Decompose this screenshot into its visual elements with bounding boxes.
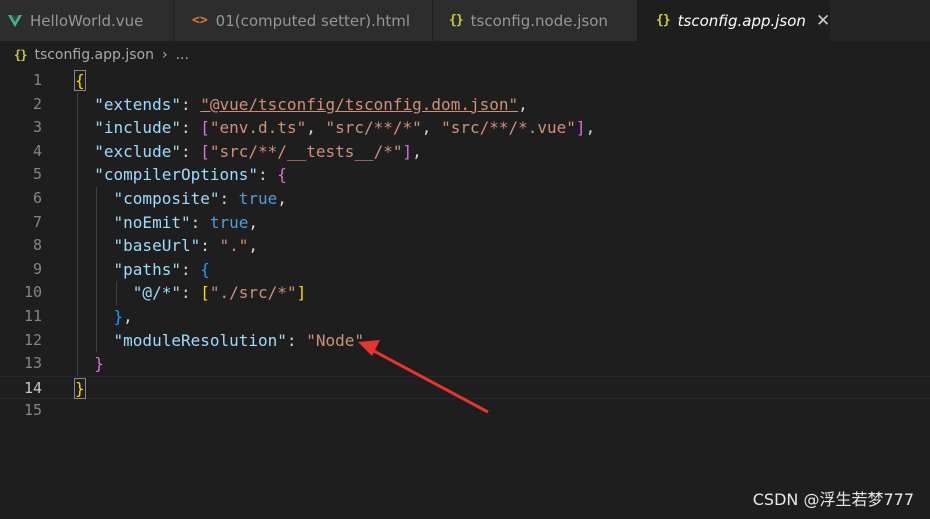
code-line: 10 "@/*": ["./src/*"] [0,281,930,305]
line-number: 14 [23,378,42,397]
tab-label: HelloWorld.vue [30,11,144,30]
code-text: }, [113,307,133,326]
code-line: 9 "paths": { [0,258,930,282]
code-text: "baseUrl": ".", [113,236,259,256]
line-number: 7 [32,212,42,231]
code-text: "exclude": ["src/**/__tests__/*"], [94,141,422,161]
vue-icon [8,14,22,27]
code-text: "include": ["env.d.ts", "src/**/*", "src… [94,118,596,138]
code-line: 12 "moduleResolution": "Node" [0,329,930,353]
breadcrumb: {} tsconfig.app.json › ... [0,41,930,69]
tab-computed-setter-html[interactable]: <> 01(computed setter).html [174,0,433,41]
json-icon: {} [449,13,464,28]
json-icon: {} [14,48,27,62]
json-icon: {} [656,13,671,28]
code-line: 2 "extends": "@vue/tsconfig/tsconfig.dom… [0,93,930,117]
tab-tsconfig-app-json[interactable]: {} tsconfig.app.json ✕ [638,0,830,41]
code-line: 3 "include": ["env.d.ts", "src/**/*", "s… [0,116,930,140]
tab-tsconfig-node-json[interactable]: {} tsconfig.node.json [433,0,638,41]
tab-bar: HelloWorld.vue <> 01(computed setter).ht… [0,0,930,41]
line-number: 3 [32,118,42,137]
line-number: 11 [23,307,42,325]
tab-label: tsconfig.app.json [677,11,806,30]
line-number: 10 [23,283,42,302]
code-editor[interactable]: 1 { 2 "extends": "@vue/tsconfig/tsconfig… [0,69,930,519]
breadcrumb-file[interactable]: tsconfig.app.json [34,47,154,63]
tab-label: tsconfig.node.json [470,11,608,30]
code-line-current: 14 } [0,375,930,400]
chevron-right-icon: › [161,47,168,63]
line-number: 1 [32,71,42,89]
code-line: 8 "baseUrl": ".", [0,234,930,258]
code-line: 6 "composite": true, [0,187,930,211]
code-line: 7 "noEmit": true, [0,211,930,235]
code-text: { [74,70,86,91]
line-number: 12 [23,330,42,349]
code-line: 5 "compilerOptions": { [0,163,930,187]
code-line: 15 [0,399,930,423]
code-text: } [94,354,104,374]
code-line: 13 } [0,352,930,376]
code-text: "@/*": ["./src/*"] [132,283,307,303]
code-text: "paths": { [113,259,210,279]
line-number: 8 [32,236,42,255]
code-text: "noEmit": true, [113,212,259,232]
code-text: "composite": true, [113,189,287,208]
line-number: 4 [32,141,42,160]
code-line: 1 { [0,69,930,93]
code-text: "moduleResolution": "Node" [113,330,364,350]
line-number: 15 [23,401,42,420]
line-number: 9 [32,259,42,278]
line-number: 6 [32,189,42,207]
line-number: 5 [32,165,42,184]
code-line: 11 }, [0,305,930,329]
html-icon: <> [192,13,208,28]
tab-helloworld-vue[interactable]: HelloWorld.vue [0,0,174,41]
breadcrumb-rest[interactable]: ... [176,47,189,63]
line-number: 2 [32,94,42,113]
close-icon[interactable]: ✕ [816,11,829,31]
code-text: "compilerOptions": { [94,165,287,185]
code-line: 4 "exclude": ["src/**/__tests__/*"], [0,140,930,164]
line-number: 13 [23,354,42,373]
code-text: } [74,377,86,399]
watermark: CSDN @浮生若梦777 [752,490,914,509]
tab-label: 01(computed setter).html [215,11,411,30]
code-text: "extends": "@vue/tsconfig/tsconfig.dom.j… [94,94,528,114]
